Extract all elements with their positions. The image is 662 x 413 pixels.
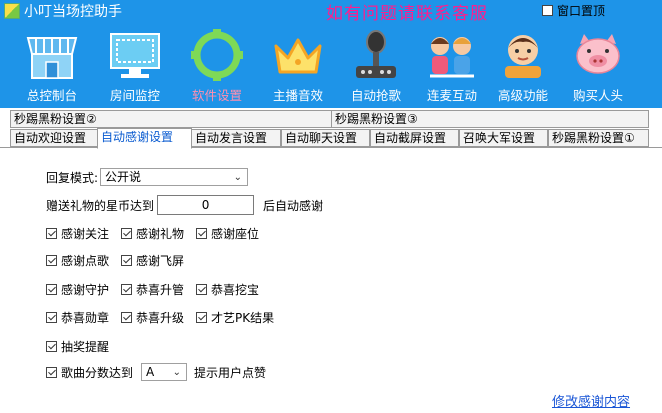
- checkbox-label: 抽奖提醒: [61, 340, 110, 354]
- song-score-select[interactable]: A ⌄: [141, 363, 188, 381]
- topmost-label: 窗口置顶: [557, 4, 606, 18]
- toolbar-mic-button[interactable]: 连麦互动: [419, 28, 485, 106]
- toolbar-label: 连麦互动: [426, 88, 477, 103]
- toolbar-console-button[interactable]: 总控制台: [19, 28, 85, 106]
- checkbox-box[interactable]: [196, 284, 207, 295]
- song-score-label: 歌曲分数达到: [61, 365, 134, 380]
- tab-auto-speak[interactable]: 自动发言设置: [191, 129, 281, 147]
- tab-kick-3[interactable]: 秒踢黑粉设置③: [331, 110, 649, 128]
- checkbox-label: 感谢礼物: [136, 227, 185, 241]
- toolbar-grab-button[interactable]: 自动抢歌: [343, 28, 409, 106]
- toolbar-label: 软件设置: [191, 88, 242, 103]
- child-icon: [505, 35, 541, 78]
- song-score-value: A: [146, 365, 155, 379]
- toolbar-label: 高级功能: [497, 88, 548, 103]
- tab-summon-army[interactable]: 召唤大军设置: [459, 129, 548, 147]
- reply-mode-row: 回复模式: 公开说 ⌄: [46, 168, 249, 186]
- edit-thanks-link[interactable]: 修改感谢内容: [552, 391, 630, 410]
- checkbox-label: 恭喜升级: [136, 311, 185, 325]
- checkbox-label: 感谢飞屏: [136, 254, 185, 268]
- checkbox-box[interactable]: [196, 228, 207, 239]
- checkbox-label: 恭喜挖宝: [211, 283, 260, 297]
- checkbox-box[interactable]: [121, 228, 132, 239]
- checkbox-song-score[interactable]: 歌曲分数达到: [46, 364, 133, 381]
- tab-auto-thanks[interactable]: 自动感谢设置: [97, 128, 192, 149]
- checkbox-congrats-treasure[interactable]: 恭喜挖宝: [196, 281, 259, 298]
- toolbar-label: 购买人头: [572, 88, 623, 103]
- microphone-icon: [356, 30, 396, 78]
- chevron-down-icon: ⌄: [233, 172, 243, 183]
- app-window: 小叮当场控助手 如有问题请联系客服 窗口置顶 总控制台 房间监控 软件设置 主播…: [0, 0, 662, 413]
- thanks-settings-panel: 回复模式: 公开说 ⌄ 赠送礼物的星币达到 0 后自动感谢 感谢关注 感谢礼物 …: [0, 147, 662, 413]
- app-logo-icon: [4, 3, 20, 19]
- checkbox-box[interactable]: [46, 284, 57, 295]
- toolbar-label: 自动抢歌: [350, 88, 401, 103]
- checkbox-thank-seat[interactable]: 感谢座位: [196, 225, 259, 242]
- gift-threshold-input[interactable]: 0: [157, 195, 255, 215]
- checkbox-thank-follow[interactable]: 感谢关注: [46, 225, 109, 242]
- checkbox-label: 感谢座位: [211, 227, 260, 241]
- contact-banner: 如有问题请联系客服: [326, 4, 488, 24]
- header-bar: 小叮当场控助手 如有问题请联系客服 窗口置顶 总控制台 房间监控 软件设置 主播…: [0, 0, 662, 108]
- checkbox-box[interactable]: [196, 312, 207, 323]
- song-score-suffix: 提示用户点赞: [194, 365, 267, 380]
- checkbox-thank-flyscreen[interactable]: 感谢飞屏: [121, 252, 184, 269]
- chevron-down-icon: ⌄: [172, 367, 182, 378]
- toolbar-label: 总控制台: [26, 88, 77, 103]
- toolbar-settings-button[interactable]: 软件设置: [184, 28, 250, 106]
- tab-auto-screenshot[interactable]: 自动截屏设置: [370, 129, 459, 147]
- store-icon: [26, 37, 78, 79]
- checkbox-lottery-reminder[interactable]: 抽奖提醒: [46, 338, 109, 355]
- checkbox-box[interactable]: [46, 312, 57, 323]
- toolbar-advanced-button[interactable]: 高级功能: [490, 28, 556, 106]
- gift-threshold-row: 赠送礼物的星币达到 0 后自动感谢: [46, 195, 323, 215]
- toolbar-label: 主播音效: [272, 88, 323, 103]
- checkbox-talent-pk[interactable]: 才艺PK结果: [196, 309, 274, 326]
- reply-mode-label: 回复模式:: [46, 170, 99, 185]
- window-title: 小叮当场控助手: [24, 4, 122, 20]
- toolbar-anchor-button[interactable]: 主播音效: [265, 28, 331, 106]
- checkbox-box[interactable]: [46, 255, 57, 266]
- checkbox-box[interactable]: [121, 312, 132, 323]
- topmost-checkbox[interactable]: 窗口置顶: [542, 2, 605, 19]
- checkbox-label: 恭喜勋章: [61, 311, 110, 325]
- tab-kick-1[interactable]: 秒踢黑粉设置①: [548, 129, 649, 147]
- toolbar-buy-button[interactable]: 购买人头: [565, 28, 631, 106]
- song-score-row: 歌曲分数达到 A ⌄ 提示用户点赞: [46, 363, 266, 381]
- tab-auto-welcome[interactable]: 自动欢迎设置: [10, 129, 99, 147]
- checkbox-congrats-admin[interactable]: 恭喜升管: [121, 281, 184, 298]
- checkbox-label: 感谢点歌: [61, 254, 110, 268]
- checkbox-box[interactable]: [46, 366, 57, 378]
- kids-icon: [430, 37, 474, 78]
- checkbox-congrats-levelup[interactable]: 恭喜升级: [121, 309, 184, 326]
- checkbox-label: 感谢守护: [61, 283, 110, 297]
- checkbox-label: 感谢关注: [61, 227, 110, 241]
- tab-kick-2[interactable]: 秒踢黑粉设置②: [10, 110, 332, 128]
- checkbox-congrats-medal[interactable]: 恭喜勋章: [46, 309, 109, 326]
- gear-icon: [191, 29, 243, 81]
- checkbox-box[interactable]: [46, 228, 57, 239]
- reply-mode-select[interactable]: 公开说 ⌄: [100, 168, 249, 186]
- toolbar-label: 房间监控: [109, 88, 160, 103]
- checkbox-thank-gift[interactable]: 感谢礼物: [121, 225, 184, 242]
- checkbox-thank-song[interactable]: 感谢点歌: [46, 252, 109, 269]
- checkbox-thank-guard[interactable]: 感谢守护: [46, 281, 109, 298]
- pig-icon: [576, 34, 620, 74]
- checkbox-box[interactable]: [121, 284, 132, 295]
- monitor-icon: [110, 33, 160, 78]
- reply-mode-value: 公开说: [105, 170, 142, 184]
- crown-icon: [274, 38, 322, 74]
- checkbox-label: 恭喜升管: [136, 283, 185, 297]
- gift-threshold-suffix: 后自动感谢: [263, 198, 324, 213]
- checkbox-box[interactable]: [121, 255, 132, 266]
- topmost-checkbox-box[interactable]: [542, 5, 553, 16]
- checkbox-label: 才艺PK结果: [211, 311, 275, 325]
- checkbox-box[interactable]: [46, 341, 57, 352]
- tab-auto-chat[interactable]: 自动聊天设置: [281, 129, 370, 147]
- gift-threshold-prefix: 赠送礼物的星币达到: [46, 198, 155, 213]
- toolbar-room-button[interactable]: 房间监控: [102, 28, 168, 106]
